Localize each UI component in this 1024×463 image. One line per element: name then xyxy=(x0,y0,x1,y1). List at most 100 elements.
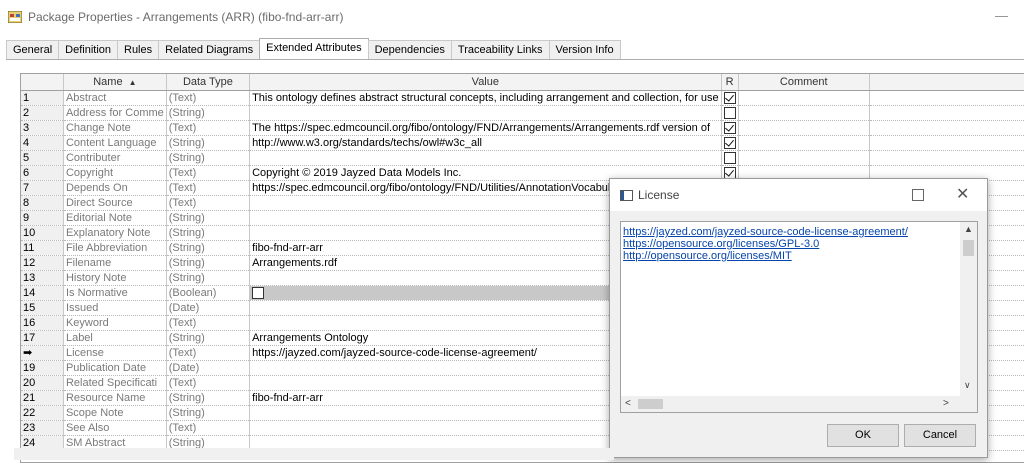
row-number: ➡ xyxy=(21,345,64,361)
attribute-name: Related Specificati xyxy=(63,375,167,391)
license-link[interactable]: https://jayzed.com/jayzed-source-code-li… xyxy=(623,226,977,238)
attribute-name: Keyword xyxy=(63,315,167,331)
scroll-down-icon[interactable]: ∨ xyxy=(964,380,971,391)
attribute-value[interactable] xyxy=(249,150,722,166)
license-link[interactable]: http://opensource.org/licenses/MIT xyxy=(623,250,977,262)
required-checkbox[interactable] xyxy=(723,152,736,165)
scroll-up-icon[interactable]: ▲ xyxy=(964,224,973,234)
filler-cell xyxy=(869,120,1024,136)
attribute-datatype: (Text) xyxy=(166,345,251,361)
tab-traceability-links[interactable]: Traceability Links xyxy=(450,40,550,60)
license-links: https://jayzed.com/jayzed-source-code-li… xyxy=(621,222,977,262)
row-number: 19 xyxy=(21,360,64,376)
required-checkbox[interactable] xyxy=(723,122,736,135)
attribute-datatype: (String) xyxy=(166,225,251,241)
license-memo[interactable]: https://jayzed.com/jayzed-source-code-li… xyxy=(620,221,978,413)
attribute-datatype: (Text) xyxy=(166,195,251,211)
grid-horizontal-scrollbar[interactable] xyxy=(14,448,614,460)
attribute-name: Filename xyxy=(63,255,167,271)
required-cell[interactable] xyxy=(721,120,739,136)
header-row: Name ▲ Data Type Value R Comment xyxy=(21,74,1024,91)
comment-cell[interactable] xyxy=(738,105,870,121)
attribute-datatype: (Text) xyxy=(166,90,251,106)
attribute-datatype: (String) xyxy=(166,105,251,121)
r-column-header[interactable]: R xyxy=(721,74,739,91)
row-number: 22 xyxy=(21,405,64,421)
scroll-right-icon[interactable]: > xyxy=(943,398,949,409)
attribute-datatype: (Text) xyxy=(166,420,251,436)
tab-general[interactable]: General xyxy=(6,40,60,60)
attribute-name: Copyright xyxy=(63,165,167,181)
datatype-column-header[interactable]: Data Type xyxy=(166,74,251,91)
license-link[interactable]: https://opensource.org/licenses/GPL-3.0 xyxy=(623,238,977,250)
dialog-title-bar: License ✕ xyxy=(610,179,987,211)
name-column-header[interactable]: Name ▲ xyxy=(63,74,167,91)
table-row[interactable]: 1 Abstract (Text) This ontology defines abs… xyxy=(21,90,1024,106)
dialog-title: License xyxy=(638,188,680,202)
table-row[interactable]: 3 Change Note (Text) The https://spec.edmco… xyxy=(21,120,1024,136)
required-cell[interactable] xyxy=(721,135,739,151)
value-checkbox[interactable] xyxy=(252,287,265,300)
horizontal-scrollbar[interactable]: < > xyxy=(621,396,977,412)
required-cell[interactable] xyxy=(721,150,739,166)
required-checkbox[interactable] xyxy=(723,92,736,105)
tab-version-info[interactable]: Version Info xyxy=(548,40,621,60)
cancel-button[interactable]: Cancel xyxy=(904,424,976,447)
comment-cell[interactable] xyxy=(738,120,870,136)
attribute-datatype: (Text) xyxy=(166,180,251,196)
comment-column-header[interactable]: Comment xyxy=(738,74,870,91)
table-row[interactable]: 4 Content Language (String) http://www.w3.o… xyxy=(21,135,1024,151)
attribute-value[interactable]: http://www.w3.org/standards/techs/owl#w3… xyxy=(249,135,722,151)
row-number: 15 xyxy=(21,300,64,316)
minimize-button[interactable]: — xyxy=(995,8,1008,23)
maximize-button[interactable] xyxy=(912,189,924,201)
comment-cell[interactable] xyxy=(738,150,870,166)
attribute-name: Resource Name xyxy=(63,390,167,406)
row-number: 14 xyxy=(21,285,64,301)
required-cell[interactable] xyxy=(721,105,739,121)
row-number: 3 xyxy=(21,120,64,136)
attribute-value[interactable] xyxy=(249,105,722,121)
comment-cell[interactable] xyxy=(738,90,870,106)
required-checkbox[interactable] xyxy=(723,107,736,120)
attribute-datatype: (Text) xyxy=(166,375,251,391)
attribute-datatype: (Text) xyxy=(166,120,251,136)
value-column-header[interactable]: Value xyxy=(249,74,722,91)
required-cell[interactable] xyxy=(721,90,739,106)
attribute-datatype: (String) xyxy=(166,405,251,421)
row-number: 13 xyxy=(21,270,64,286)
tab-dependencies[interactable]: Dependencies xyxy=(367,40,452,60)
attribute-datatype: (String) xyxy=(166,270,251,286)
row-number: 12 xyxy=(21,255,64,271)
scroll-left-icon[interactable]: < xyxy=(625,398,631,409)
tab-definition[interactable]: Definition xyxy=(58,40,118,60)
row-number-header xyxy=(21,74,64,91)
row-number: 2 xyxy=(21,105,64,121)
attribute-value[interactable]: The https://spec.edmcouncil.org/fibo/ont… xyxy=(249,120,722,136)
attribute-datatype: (Text) xyxy=(166,315,251,331)
row-number: 16 xyxy=(21,315,64,331)
attribute-datatype: (String) xyxy=(166,210,251,226)
attribute-datatype: (String) xyxy=(166,240,251,256)
comment-cell[interactable] xyxy=(738,135,870,151)
close-icon[interactable]: ✕ xyxy=(956,184,969,204)
tab-extended-attributes[interactable]: Extended Attributes xyxy=(259,38,369,60)
ok-button[interactable]: OK xyxy=(827,424,899,447)
table-row[interactable]: 2 Address for Comme (String) xyxy=(21,105,1024,121)
horizontal-scroll-thumb[interactable] xyxy=(638,399,663,409)
attribute-name: Change Note xyxy=(63,120,167,136)
attribute-name: Issued xyxy=(63,300,167,316)
attribute-name: Editorial Note xyxy=(63,210,167,226)
tab-rules[interactable]: Rules xyxy=(117,40,160,60)
vertical-scrollbar[interactable]: ▲ ∨ xyxy=(960,222,977,396)
tab-related-diagrams[interactable]: Related Diagrams xyxy=(158,40,261,60)
attribute-name: Explanatory Note xyxy=(63,225,167,241)
attribute-value[interactable]: This ontology defines abstract structura… xyxy=(249,90,722,106)
attribute-name: Abstract xyxy=(63,90,167,106)
tab-bar: General Definition Rules Related Diagrams Ex… xyxy=(6,38,621,60)
attribute-name: Depends On xyxy=(63,180,167,196)
vertical-scroll-thumb[interactable] xyxy=(963,240,974,256)
row-number: 23 xyxy=(21,420,64,436)
required-checkbox[interactable] xyxy=(723,137,736,150)
table-row[interactable]: 5 Contributer (String) xyxy=(21,150,1024,166)
